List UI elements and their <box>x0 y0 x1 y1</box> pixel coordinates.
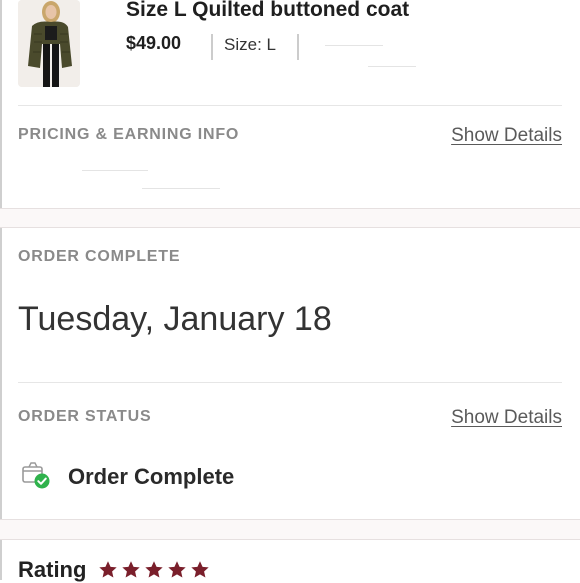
divider <box>211 34 213 60</box>
package-check-icon <box>22 462 52 490</box>
pricing-show-details-link[interactable]: Show Details <box>451 125 562 147</box>
product-price: $49.00 <box>126 33 182 53</box>
product-thumbnail[interactable] <box>18 0 80 87</box>
star-icon <box>145 561 163 578</box>
redacted-field <box>368 66 416 67</box>
rating-label: Rating <box>18 557 87 582</box>
order-complete-heading: ORDER COMPLETE <box>18 248 181 265</box>
star-icon <box>168 561 186 578</box>
order-status-value: Order Complete <box>68 464 235 489</box>
redacted-field <box>142 188 220 189</box>
section-separator-band <box>0 208 580 228</box>
section-separator-band <box>0 519 580 540</box>
star-icon <box>191 561 209 578</box>
product-size: Size: L <box>224 35 276 54</box>
star-icon <box>122 561 140 578</box>
product-summary[interactable]: Size L Quilted buttoned coat $49.00 Size… <box>0 0 580 106</box>
product-title[interactable]: Size L Quilted buttoned coat <box>126 0 409 22</box>
rating-stars <box>98 560 210 580</box>
pricing-heading: PRICING & EARNING INFO <box>18 126 240 143</box>
redacted-field <box>325 45 383 46</box>
redacted-field <box>82 170 148 171</box>
section-divider <box>18 382 562 383</box>
order-complete-date: Tuesday, January 18 <box>18 300 332 338</box>
order-status-heading: ORDER STATUS <box>18 408 152 425</box>
order-status-show-details-link[interactable]: Show Details <box>451 407 562 429</box>
section-divider <box>18 105 562 106</box>
star-icon <box>99 561 117 578</box>
divider <box>297 34 299 60</box>
